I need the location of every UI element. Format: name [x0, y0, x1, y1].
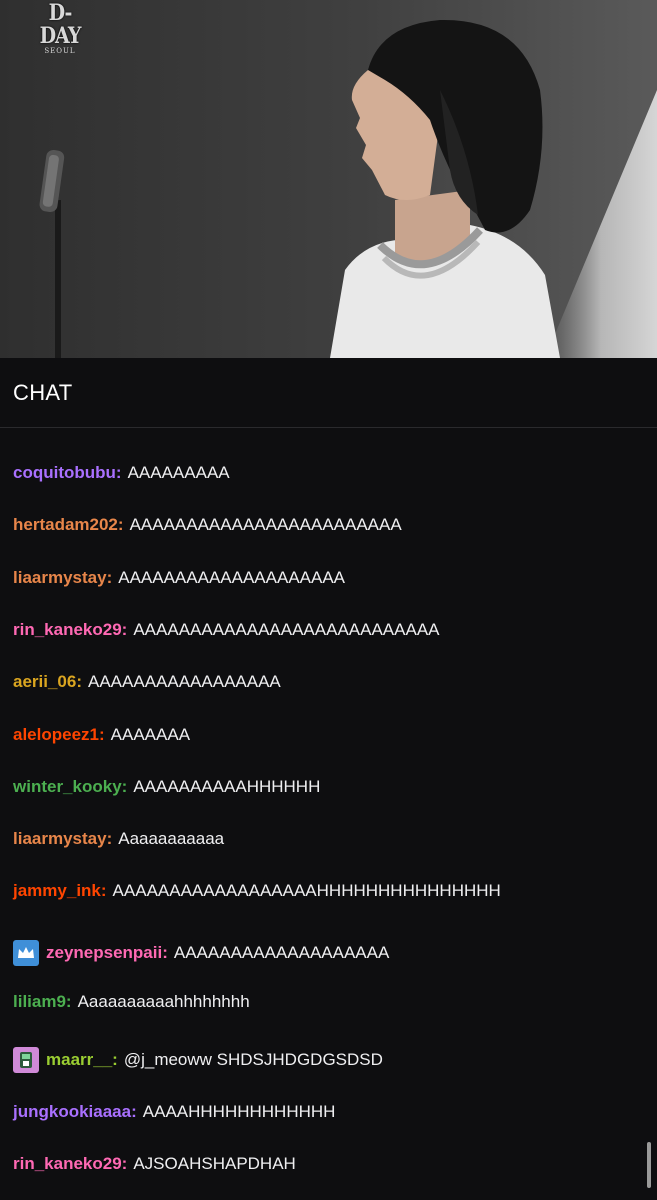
- chat-username[interactable]: rin_kaneko29:: [13, 617, 127, 643]
- chat-username[interactable]: alelopeez1:: [13, 722, 105, 748]
- chat-username[interactable]: rin_kaneko29:: [13, 1151, 127, 1177]
- event-logo: D-DAY SEOUL: [30, 2, 90, 55]
- chat-message-text: AAAAAAA: [110, 724, 191, 744]
- chat-username[interactable]: hertadam202:: [13, 512, 124, 538]
- crown-icon[interactable]: [13, 939, 39, 966]
- chat-message-list[interactable]: ‾ ‾‾ ‾‾‾ ‾ coquitobubu: AAAAAAAAA hertadam…: [0, 428, 657, 1200]
- event-logo-title: D-DAY: [39, 0, 82, 49]
- chat-scrollbar[interactable]: [647, 1142, 651, 1188]
- chat-message-text: AJSOAHSHAPDHAH: [133, 1153, 296, 1173]
- subscriber-badge-icon[interactable]: [13, 1047, 39, 1074]
- chat-message: zeynepsenpaii: AAAAAAAAAAAAAAAAAAA: [13, 939, 390, 966]
- chat-message: rin_kaneko29: AJSOAHSHAPDHAH: [13, 1151, 296, 1177]
- chat-username[interactable]: winter_kooky:: [13, 774, 127, 800]
- event-logo-subtitle: SEOUL: [44, 47, 76, 55]
- chat-username[interactable]: liaarmystay:: [13, 565, 112, 591]
- chat-message: alelopeez1: AAAAAAA: [13, 722, 190, 748]
- chat-message-text: AAAAAAAAAAAAAAAAAAHHHHHHHHHHHHHHH: [112, 881, 501, 901]
- chat-username[interactable]: liaarmystay:: [13, 826, 112, 852]
- chat-username[interactable]: aerii_06:: [13, 669, 82, 695]
- chat-message: liliam9: Aaaaaaaaaahhhhhhhh: [13, 989, 250, 1015]
- chat-username[interactable]: maarr__:: [46, 1047, 118, 1073]
- chat-message-text: AAAAAAAAAAAAAAAAA: [88, 672, 281, 692]
- chat-message-text: AAAAAAAAAAAAAAAAAAAAAAAA: [129, 515, 402, 535]
- chat-message: maarr__: @j_meoww SHDSJHDGDGSDSD: [13, 1047, 383, 1074]
- chat-message: aerii_06: AAAAAAAAAAAAAAAAA: [13, 669, 281, 695]
- chat-username[interactable]: jungkookiaaaa:: [13, 1099, 137, 1125]
- chat-message: hertadam202: AAAAAAAAAAAAAAAAAAAAAAAA: [13, 512, 402, 538]
- chat-message-text: AAAAAAAAAAAAAAAAAAA: [173, 942, 390, 962]
- chat-message: liaarmystay: AAAAAAAAAAAAAAAAAAAA: [13, 565, 345, 591]
- chat-message-text: AAAAAAAAAAHHHHHH: [133, 776, 321, 796]
- chat-username[interactable]: zeynepsenpaii:: [46, 940, 168, 966]
- chat-message-text: AAAAHHHHHHHHHHHH: [142, 1101, 336, 1121]
- chat-message-text: Aaaaaaaaaahhhhhhhh: [77, 992, 250, 1011]
- chat-message: jammy_ink: AAAAAAAAAAAAAAAAAAHHHHHHHHHHHH…: [13, 878, 501, 904]
- chat-username[interactable]: liliam9:: [13, 989, 72, 1015]
- chat-message-text: AAAAAAAAAAAAAAAAAAAAAAAAAAA: [133, 619, 440, 639]
- chat-username[interactable]: coquitobubu:: [13, 460, 122, 486]
- chat-message: rin_kaneko29: AAAAAAAAAAAAAAAAAAAAAAAAAAA: [13, 617, 440, 643]
- chat-message: winter_kooky: AAAAAAAAAAHHHHHH: [13, 774, 320, 800]
- clipped-previous-message: ‾ ‾‾ ‾‾‾ ‾: [12, 428, 66, 430]
- chat-title: CHAT: [13, 380, 73, 405]
- chat-username[interactable]: jammy_ink:: [13, 878, 107, 904]
- chat-message: liaarmystay: Aaaaaaaaaaa: [13, 826, 224, 852]
- chat-header: CHAT: [0, 358, 657, 428]
- video-frame: [0, 0, 657, 358]
- chat-message-text: AAAAAAAAA: [127, 463, 230, 482]
- chat-message: jungkookiaaaa: AAAAHHHHHHHHHHHH: [13, 1099, 335, 1125]
- chat-message-text: Aaaaaaaaaaa: [118, 829, 225, 849]
- chat-message-text: @j_meoww SHDSJHDGDGSDSD: [123, 1050, 383, 1070]
- chat-message-text: AAAAAAAAAAAAAAAAAAAA: [118, 567, 346, 587]
- video-player[interactable]: D-DAY SEOUL: [0, 0, 657, 358]
- chat-message: coquitobubu: AAAAAAAAA: [13, 460, 230, 486]
